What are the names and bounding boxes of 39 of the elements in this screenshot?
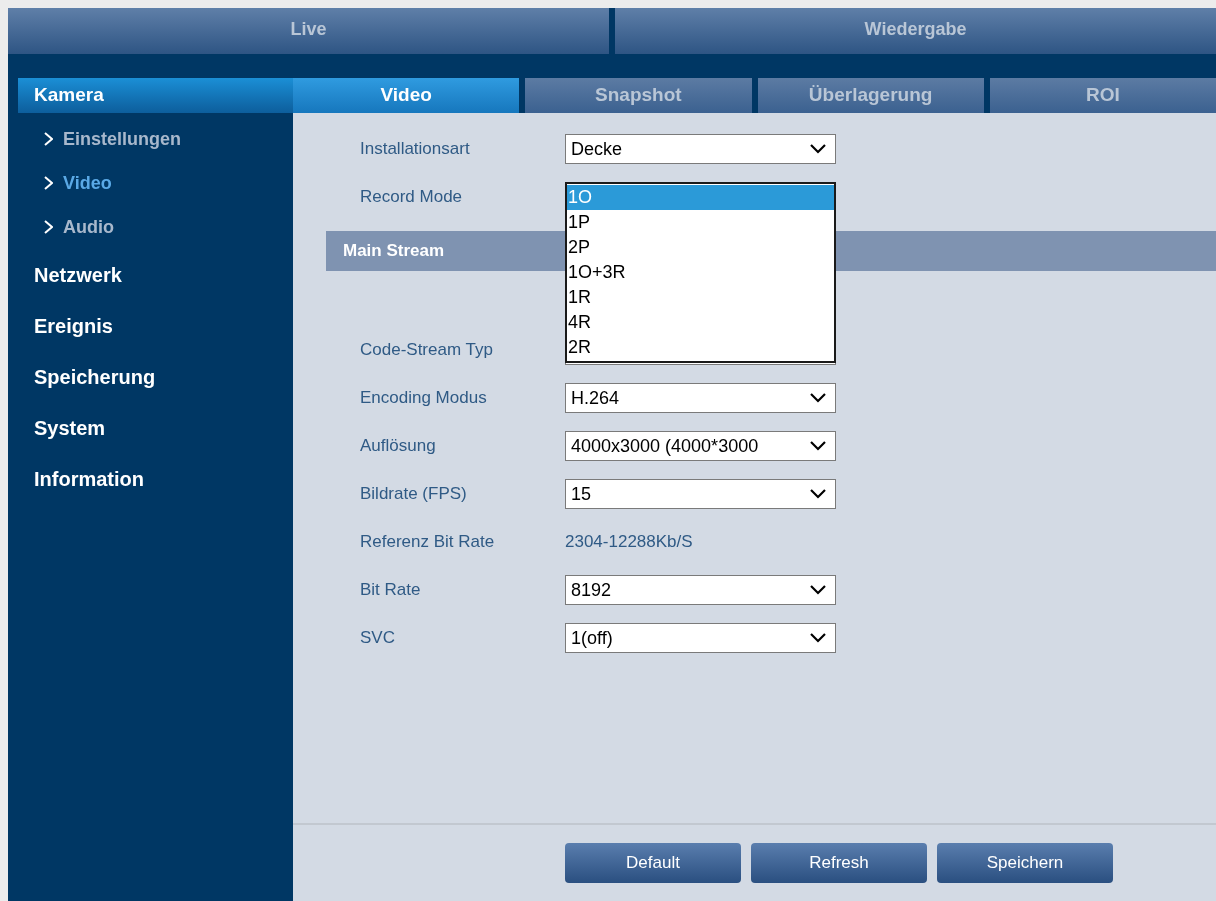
sidebar-item[interactable]: Information <box>8 453 293 504</box>
action-button[interactable]: Refresh <box>751 843 927 883</box>
field-label: Bildrate (FPS) <box>360 483 468 506</box>
sidebar-item[interactable]: Netzwerk <box>8 249 293 300</box>
select-field[interactable]: 1(off) <box>565 623 836 653</box>
field-label: Encoding Modus <box>360 387 488 410</box>
field-label: Code-Stream Typ <box>360 339 494 362</box>
field-value: 2304-12288Kb/S <box>565 531 693 554</box>
chevron-right-icon <box>44 132 53 146</box>
select-field[interactable]: 8192 <box>565 575 836 605</box>
sidebar-subitem[interactable]: Video <box>8 161 293 205</box>
sidebar-item[interactable]: System <box>8 402 293 453</box>
chevron-right-icon <box>44 176 53 190</box>
sidebar-subitem[interactable]: Einstellungen <box>8 117 293 161</box>
chevron-down-icon <box>810 441 826 451</box>
field-label: Record Mode <box>360 186 464 209</box>
sidebar-subitem[interactable]: Audio <box>8 205 293 249</box>
select-field[interactable]: H.264 <box>565 383 836 413</box>
field-label: SVC <box>360 627 396 650</box>
chevron-down-icon <box>810 633 826 643</box>
field-label: Referenz Bit Rate <box>360 531 496 554</box>
chevron-down-icon <box>810 144 826 154</box>
chevron-down-icon <box>810 585 826 595</box>
field-label: Auflösung <box>360 435 437 458</box>
select-field[interactable]: Decke <box>565 134 836 164</box>
sidebar-item[interactable]: Ereignis <box>8 300 293 351</box>
action-button[interactable]: Speichern <box>937 843 1113 883</box>
select-field[interactable]: 4000x3000 (4000*3000 <box>565 431 836 461</box>
chevron-right-icon <box>44 220 53 234</box>
field-label: Installationsart <box>360 138 471 161</box>
chevron-down-icon <box>810 489 826 499</box>
action-button[interactable]: Default <box>565 843 741 883</box>
select-field[interactable]: 15 <box>565 479 836 509</box>
sidebar-header[interactable]: Kamera <box>18 78 293 113</box>
sidebar-item[interactable]: Speicherung <box>8 351 293 402</box>
chevron-down-icon <box>810 393 826 403</box>
dropdown-list[interactable]: 1O 1P 2P 1O+3R 1R 4R 2R <box>565 182 836 363</box>
tab[interactable]: Video <box>293 78 520 113</box>
field-label: Bit Rate <box>360 579 422 602</box>
